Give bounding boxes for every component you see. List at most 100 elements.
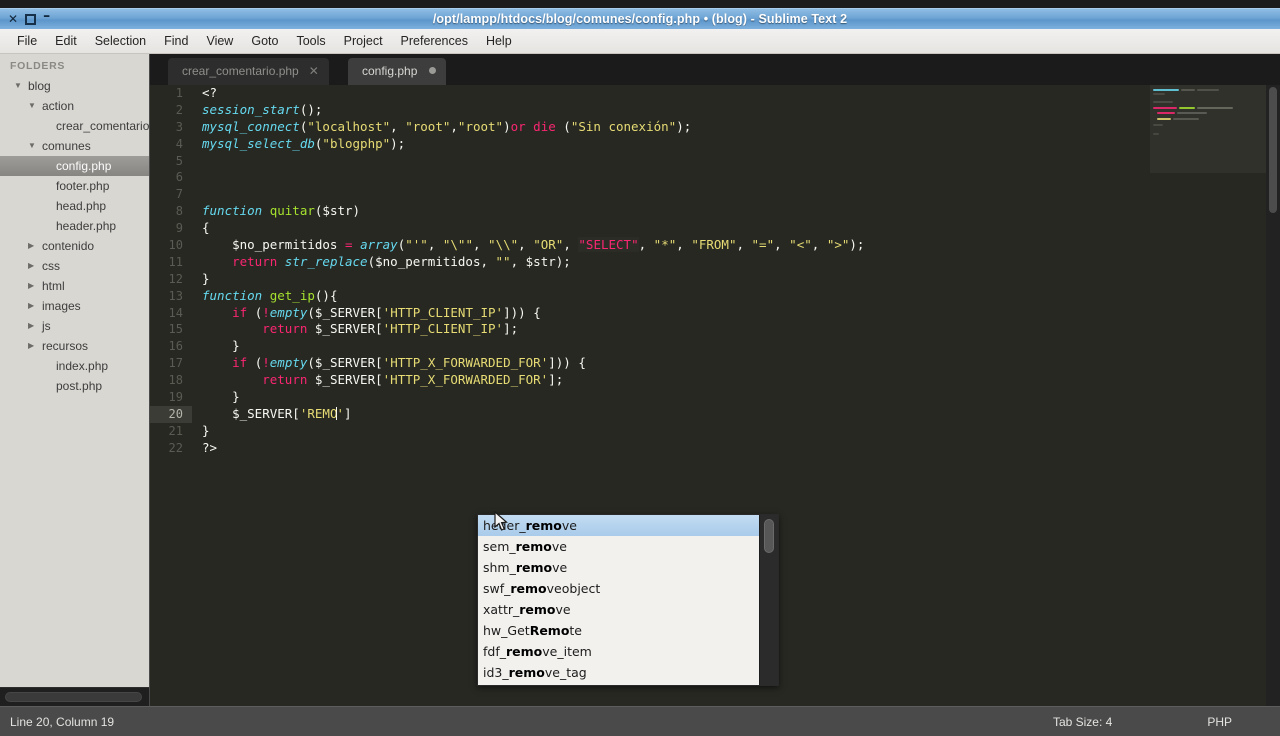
sidebar-item-header-php[interactable]: header.php: [0, 216, 149, 236]
sidebar-item-images[interactable]: ▶images: [0, 296, 149, 316]
menu-item-find[interactable]: Find: [155, 31, 197, 51]
minimap-viewport[interactable]: [1150, 85, 1266, 173]
code-line[interactable]: 6: [150, 169, 1145, 186]
autocomplete-item[interactable]: shm_remove: [478, 557, 761, 578]
code-line[interactable]: 22?>: [150, 440, 1145, 457]
code-line[interactable]: 10 $no_permitidos = array("'", "\"", "\\…: [150, 237, 1145, 254]
code-line[interactable]: 21}: [150, 423, 1145, 440]
chevron-right-icon[interactable]: ▶: [28, 256, 34, 276]
sidebar-item-html[interactable]: ▶html: [0, 276, 149, 296]
autocomplete-item[interactable]: fdf_remove_item: [478, 641, 761, 662]
code-line[interactable]: 9{: [150, 220, 1145, 237]
autocomplete-scrollbar[interactable]: [759, 515, 778, 686]
autocomplete-item[interactable]: sem_remove: [478, 536, 761, 557]
autocomplete-item[interactable]: hw_GetRemote: [478, 620, 761, 641]
chevron-right-icon[interactable]: ▶: [28, 336, 34, 356]
menu-item-help[interactable]: Help: [477, 31, 521, 51]
sidebar-item-config-php[interactable]: config.php: [0, 156, 149, 176]
code-token: $no_permitidos: [202, 237, 345, 252]
code-token: 'REMO: [300, 406, 338, 421]
code-token: ,: [812, 237, 827, 252]
editor-area[interactable]: 1<?2session_start();3mysql_connect("loca…: [150, 85, 1280, 706]
code-line[interactable]: 8function quitar($str): [150, 203, 1145, 220]
editor-vertical-scrollbar[interactable]: [1266, 85, 1280, 706]
menu-item-selection[interactable]: Selection: [86, 31, 155, 51]
code-line[interactable]: 17 if (!empty($_SERVER['HTTP_X_FORWARDED…: [150, 355, 1145, 372]
language-label[interactable]: PHP: [1207, 715, 1232, 729]
menu-item-view[interactable]: View: [197, 31, 242, 51]
code-line[interactable]: 15 return $_SERVER['HTTP_CLIENT_IP'];: [150, 321, 1145, 338]
minimize-icon[interactable]: –: [43, 11, 50, 22]
code-token: 'HTTP_CLIENT_IP': [383, 305, 503, 320]
menu-item-preferences[interactable]: Preferences: [392, 31, 477, 51]
sidebar-horizontal-scrollbar[interactable]: [0, 687, 150, 706]
code-line[interactable]: 1<?: [150, 85, 1145, 102]
sidebar-item-crear-comentario[interactable]: crear_comentario: [0, 116, 149, 136]
menu-item-goto[interactable]: Goto: [242, 31, 287, 51]
code-token: 'HTTP_X_FORWARDED_FOR': [383, 372, 549, 387]
sidebar-item-recursos[interactable]: ▶recursos: [0, 336, 149, 356]
code-line[interactable]: 2session_start();: [150, 102, 1145, 119]
code-line[interactable]: 4mysql_select_db("blogphp");: [150, 136, 1145, 153]
code-line[interactable]: 3mysql_connect("localhost", "root","root…: [150, 119, 1145, 136]
sidebar-item-contenido[interactable]: ▶ contenido: [0, 236, 149, 256]
autocomplete-scrollbar-thumb[interactable]: [764, 519, 774, 553]
tab-size-label[interactable]: Tab Size: 4: [1053, 715, 1112, 729]
menu-item-project[interactable]: Project: [335, 31, 392, 51]
chevron-right-icon[interactable]: ▶: [28, 276, 34, 296]
sidebar-item-js[interactable]: ▶js: [0, 316, 149, 336]
code-line[interactable]: 7: [150, 186, 1145, 203]
code-line[interactable]: 5: [150, 153, 1145, 170]
sidebar-scrollbar-thumb[interactable]: [5, 692, 142, 702]
sidebar-item-comunes[interactable]: ▼comunes: [0, 136, 149, 156]
chevron-down-icon[interactable]: ▼: [28, 96, 36, 116]
minimap[interactable]: [1150, 85, 1266, 706]
sidebar-item-head-php[interactable]: head.php: [0, 196, 149, 216]
autocomplete-item[interactable]: heder_remove: [478, 515, 761, 536]
code-token: ])) {: [503, 305, 541, 320]
sidebar-item-footer-php[interactable]: footer.php: [0, 176, 149, 196]
menu-item-file[interactable]: File: [8, 31, 46, 51]
autocomplete-list[interactable]: heder_removesem_removeshm_removeswf_remo…: [478, 515, 761, 683]
sidebar-item-label: contenido: [42, 236, 94, 256]
sidebar-item-action[interactable]: ▼action: [0, 96, 149, 116]
window-controls: ✕ –: [0, 14, 120, 25]
code-line[interactable]: 19 }: [150, 389, 1145, 406]
menu-item-tools[interactable]: Tools: [287, 31, 334, 51]
chevron-down-icon[interactable]: ▼: [14, 76, 22, 96]
code-token: ($_SERVER[: [307, 305, 382, 320]
code-token: "*": [654, 237, 677, 252]
code-line[interactable]: 13function get_ip(){: [150, 288, 1145, 305]
code-token: ]: [344, 406, 352, 421]
code-line[interactable]: 14 if (!empty($_SERVER['HTTP_CLIENT_IP']…: [150, 305, 1145, 322]
line-number: 9: [150, 220, 192, 237]
menu-item-edit[interactable]: Edit: [46, 31, 86, 51]
code-line[interactable]: 20 $_SERVER['REMO']: [150, 406, 1145, 423]
autocomplete-item[interactable]: id3_remove_tag: [478, 662, 761, 683]
autocomplete-item[interactable]: swf_removeobject: [478, 578, 761, 599]
code-line[interactable]: 18 return $_SERVER['HTTP_X_FORWARDED_FOR…: [150, 372, 1145, 389]
sidebar-item-index-php[interactable]: index.php: [0, 356, 149, 376]
sidebar-item-css[interactable]: ▶css: [0, 256, 149, 276]
sidebar-item-post-php[interactable]: post.php: [0, 376, 149, 396]
code-line[interactable]: 12}: [150, 271, 1145, 288]
autocomplete-popup[interactable]: heder_removesem_removeshm_removeswf_remo…: [477, 514, 779, 686]
code-line[interactable]: 11 return str_replace($no_permitidos, ""…: [150, 254, 1145, 271]
chevron-right-icon[interactable]: ▶: [28, 296, 34, 316]
code-token: ,: [676, 237, 691, 252]
tab-crear_comentario-php[interactable]: crear_comentario.php✕: [168, 58, 329, 85]
tab-config-php[interactable]: config.php: [348, 58, 446, 85]
chevron-right-icon[interactable]: ▶: [28, 316, 34, 336]
code-line-text: ?>: [202, 440, 1145, 457]
line-number: 2: [150, 102, 192, 119]
chevron-down-icon[interactable]: ▼: [28, 136, 36, 156]
editor-scrollbar-thumb[interactable]: [1269, 87, 1277, 213]
close-icon[interactable]: ✕: [8, 14, 18, 25]
code-line[interactable]: 16 }: [150, 338, 1145, 355]
autocomplete-item[interactable]: xattr_remove: [478, 599, 761, 620]
chevron-right-icon[interactable]: ▶: [28, 236, 34, 256]
tab-close-icon[interactable]: ✕: [309, 64, 319, 78]
maximize-icon[interactable]: [25, 14, 36, 25]
sidebar-item-blog[interactable]: ▼blog: [0, 76, 149, 96]
code-token: }: [202, 338, 240, 353]
